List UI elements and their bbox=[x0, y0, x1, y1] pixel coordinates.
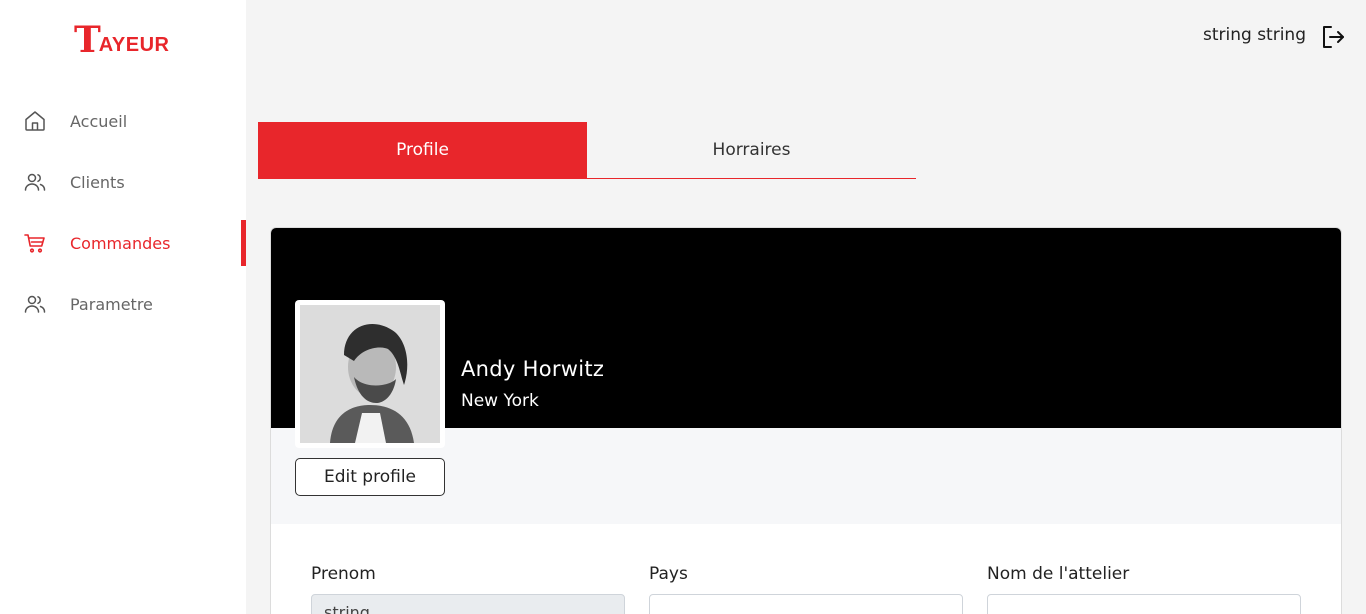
tab-horraires[interactable]: Horraires bbox=[587, 122, 916, 178]
field-pays: Pays bbox=[649, 564, 963, 614]
avatar-photo bbox=[300, 305, 440, 443]
edit-profile-button[interactable]: Edit profile bbox=[295, 458, 445, 496]
sidebar-item-clients[interactable]: Clients bbox=[0, 159, 246, 205]
pays-input[interactable] bbox=[649, 594, 963, 614]
users-icon bbox=[22, 169, 48, 195]
sidebar-item-label: Commandes bbox=[70, 233, 171, 253]
sidebar-item-label: Parametre bbox=[70, 294, 153, 314]
logo-text: AYEUR bbox=[98, 34, 170, 56]
profile-name: Andy Horwitz bbox=[461, 357, 605, 381]
field-prenom: Prenom string bbox=[311, 564, 625, 614]
home-icon bbox=[22, 108, 48, 134]
avatar bbox=[295, 300, 445, 448]
field-label: Prenom bbox=[311, 564, 376, 584]
logo-initial: T bbox=[74, 19, 101, 61]
cart-icon bbox=[22, 230, 48, 256]
sidebar-item-accueil[interactable]: Accueil bbox=[0, 98, 246, 144]
profile-tabs: Profile Horraires bbox=[258, 122, 916, 179]
sidebar-item-commandes[interactable]: Commandes bbox=[0, 220, 246, 266]
profile-card: Andy Horwitz New York Edit profile Preno… bbox=[270, 227, 1342, 614]
nom-attelier-input[interactable] bbox=[987, 594, 1301, 614]
field-label: Nom de l'attelier bbox=[987, 564, 1130, 584]
profile-city: New York bbox=[461, 391, 539, 411]
sidebar: T AYEUR Accueil Clients Commandes Parame… bbox=[0, 0, 246, 614]
tab-profile[interactable]: Profile bbox=[258, 122, 587, 178]
field-nom-attelier: Nom de l'attelier bbox=[987, 564, 1301, 614]
sidebar-item-label: Clients bbox=[70, 172, 125, 192]
users-icon bbox=[22, 291, 48, 317]
user-name[interactable]: string string bbox=[1203, 25, 1306, 45]
sidebar-item-label: Accueil bbox=[70, 111, 128, 131]
prenom-input[interactable]: string bbox=[311, 594, 625, 614]
active-indicator bbox=[241, 220, 246, 266]
logout-icon[interactable] bbox=[1320, 24, 1346, 50]
sidebar-item-parametre[interactable]: Parametre bbox=[0, 281, 246, 327]
logo[interactable]: T AYEUR bbox=[74, 22, 169, 58]
field-label: Pays bbox=[649, 564, 688, 584]
